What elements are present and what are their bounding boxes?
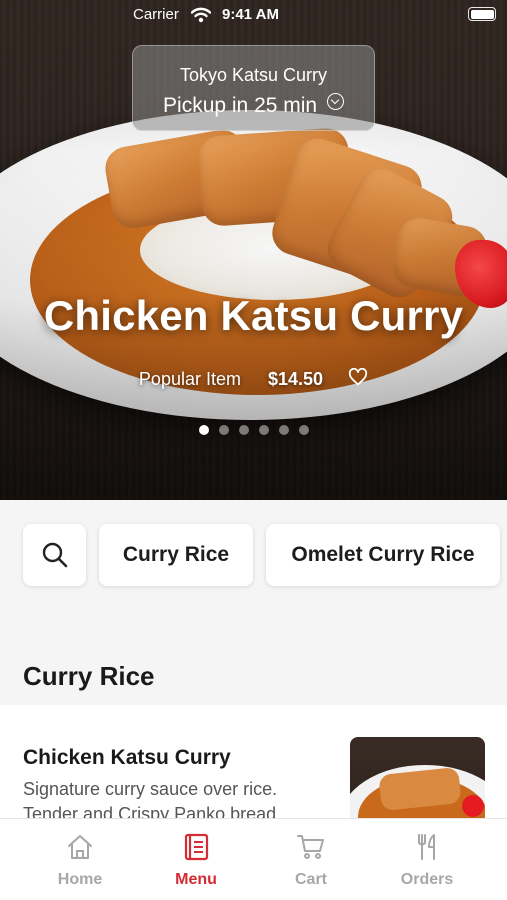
carousel-dot[interactable]: [218, 425, 229, 435]
carousel-dots[interactable]: [0, 422, 507, 440]
category-chip-omelet-curry-rice[interactable]: Omelet Curry Rice: [266, 524, 500, 586]
pickup-eta: Pickup in 25 min: [133, 93, 374, 118]
hero-title: Chicken Katsu Curry: [43, 292, 464, 339]
section-title: Curry Rice: [23, 661, 155, 691]
tab-bar: Home Menu Cart Orders: [0, 818, 507, 900]
category-bar: Curry Rice Omelet Curry Rice: [0, 524, 507, 586]
category-chip-curry-rice[interactable]: Curry Rice: [99, 524, 253, 586]
carousel-dot[interactable]: [298, 425, 309, 435]
clock: 9:41 AM: [222, 6, 279, 23]
menu-item-card[interactable]: Chicken Katsu Curry Signature curry sauc…: [0, 705, 507, 837]
tab-menu-label: Menu: [175, 871, 217, 888]
tab-home-label: Home: [57, 871, 103, 888]
tab-orders[interactable]: Orders: [364, 819, 490, 900]
hero-price: $14.50: [268, 369, 324, 389]
item-name: Chicken Katsu Curry: [23, 746, 231, 769]
carousel-dot[interactable]: [278, 425, 289, 435]
pickup-selector[interactable]: Tokyo Katsu Curry Pickup in 25 min: [132, 45, 375, 131]
tab-home[interactable]: Home: [17, 819, 143, 900]
wifi-icon: [191, 7, 211, 23]
hero-meta: Popular Item $14.50: [0, 367, 507, 391]
favorite-button[interactable]: [328, 367, 368, 391]
status-bar: Carrier 9:41 AM: [0, 0, 507, 30]
carousel-dot[interactable]: [198, 425, 209, 435]
heart-icon[interactable]: [348, 367, 368, 386]
pickup-eta-label: Pickup in 25 min: [163, 94, 318, 117]
carousel-dot[interactable]: [258, 425, 269, 435]
carousel-dot[interactable]: [238, 425, 249, 435]
tab-menu[interactable]: Menu: [133, 819, 259, 900]
cart-icon: [297, 835, 324, 859]
search-icon: [42, 542, 67, 568]
battery-icon: [468, 7, 496, 21]
tab-cart-label: Cart: [294, 871, 327, 888]
popular-tag: Popular Item: [138, 369, 241, 389]
chevron-down-icon: [326, 93, 344, 110]
store-name: Tokyo Katsu Curry: [179, 65, 328, 85]
fork-knife-icon: [418, 834, 435, 860]
menu-book-icon: [184, 833, 209, 861]
carrier-label: Carrier: [133, 6, 179, 23]
tab-orders-label: Orders: [400, 871, 454, 888]
tab-cart[interactable]: Cart: [248, 819, 374, 900]
search-button[interactable]: [23, 524, 86, 586]
home-icon: [68, 835, 92, 859]
